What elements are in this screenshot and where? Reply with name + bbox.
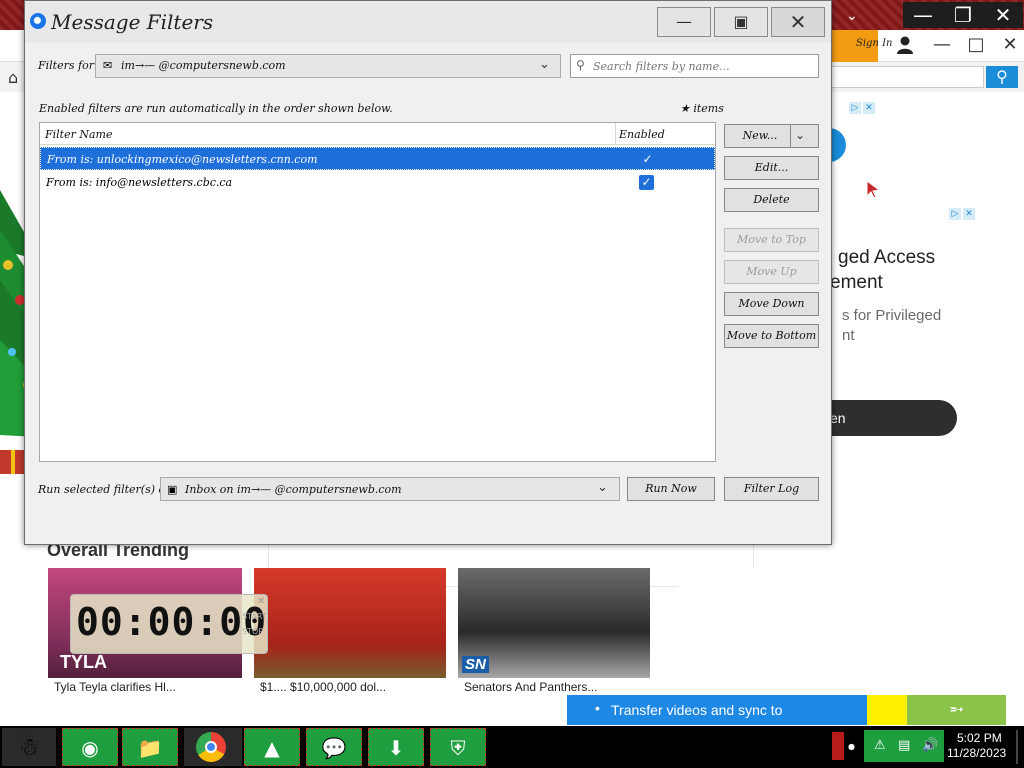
card-caption[interactable]: $1.... $10,000,000 dol... <box>254 678 446 696</box>
run-on-label: Run selected filter(s) on: <box>38 483 176 496</box>
chevron-down-icon[interactable]: ⌄ <box>539 57 550 72</box>
mail-account-icon: ✉ <box>103 59 113 72</box>
shield-icon[interactable]: ⛨ <box>430 728 486 766</box>
filter-row[interactable]: From is: info@newsletters.cbc.ca ✓ <box>40 171 715 194</box>
search-icon: ⚲ <box>576 58 585 72</box>
timer-display: 00:00:00 <box>76 600 268 644</box>
ad-heading: ged Access ement <box>830 245 935 295</box>
filter-row[interactable]: From is: unlockingmexico@newsletters.cnn… <box>40 147 715 170</box>
browser-close-button[interactable]: ✕ <box>983 2 1023 28</box>
timer-close-icon[interactable]: ✕ <box>257 596 265 607</box>
filter-name: From is: unlockingmexico@newsletters.cnn… <box>47 153 318 166</box>
christmas-tree-icon[interactable]: ▲ <box>244 728 300 766</box>
file-explorer-icon[interactable]: 📁 <box>122 728 178 766</box>
move-to-bottom-button[interactable]: Move to Bottom <box>724 324 819 348</box>
timer-start-button[interactable]: START <box>242 612 267 621</box>
new-button-label: New... <box>742 129 778 142</box>
enabled-checkbox[interactable]: ✓ <box>639 175 654 190</box>
run-target-value: Inbox on im→— @computersnewb.com <box>185 483 402 496</box>
card-badge: SN <box>462 656 489 673</box>
maximize-button[interactable]: ▣ <box>714 7 768 37</box>
show-desktop-button[interactable] <box>1016 730 1018 764</box>
tray-dot-icon: ● <box>848 742 855 751</box>
trending-card[interactable]: $1.... $10,000,000 dol... <box>254 568 446 696</box>
chat-icon[interactable]: 💬 <box>306 728 362 766</box>
filter-log-button[interactable]: Filter Log <box>724 477 819 501</box>
card-badge: TYLA <box>60 652 107 672</box>
thunderbird-icon <box>30 13 46 29</box>
account-value: im→— @computersnewb.com <box>121 59 286 72</box>
security-alert-icon[interactable]: ⚠ <box>874 738 886 753</box>
move-up-button[interactable]: Move Up <box>724 260 819 284</box>
move-to-top-button[interactable]: Move to Top <box>724 228 819 252</box>
chevron-down-icon[interactable]: ⌄ <box>597 480 608 495</box>
move-down-button[interactable]: Move Down <box>724 292 819 316</box>
download-icon[interactable]: ⬇ <box>368 728 424 766</box>
share-icon[interactable]: ➵ <box>907 695 1006 725</box>
ad-heading-line: ged Access <box>838 247 936 268</box>
edit-button[interactable]: Edit... <box>724 156 819 180</box>
firefox-icon[interactable]: ◉ <box>62 728 118 766</box>
ad-close-icon[interactable]: ✕ <box>963 208 975 220</box>
chevron-down-icon[interactable]: ⌄ <box>795 128 805 142</box>
site-search-input[interactable] <box>826 66 984 88</box>
filters-for-label: Filters for: <box>38 59 98 72</box>
home-icon[interactable]: ⌂ <box>8 68 18 87</box>
filter-list-header <box>40 123 715 145</box>
tray-indicator <box>832 732 844 760</box>
trending-card[interactable]: Senators And Panthers... <box>458 568 650 696</box>
side-panel <box>678 568 1004 696</box>
clock-date[interactable]: 11/28/2023 <box>947 746 1006 760</box>
bullet-icon: • <box>595 700 600 716</box>
column-header-filter-name[interactable]: Filter Name <box>45 128 112 141</box>
enabled-checkbox[interactable]: ✓ <box>640 152 655 167</box>
ad-heading-line: ement <box>830 272 883 293</box>
card-caption[interactable]: Tyla Teyla clarifies Hl... <box>48 678 242 696</box>
filter-name: From is: info@newsletters.cbc.ca <box>46 176 233 189</box>
ad-body-line: nt <box>842 327 855 344</box>
clock-time[interactable]: 5:02 PM <box>957 731 1002 745</box>
chrome-maximize-icon[interactable]: □ <box>961 32 991 58</box>
site-search-button[interactable]: ⚲ <box>986 66 1018 88</box>
enabled-description: Enabled filters are run automatically in… <box>39 102 393 115</box>
ad-body: s for Privileged nt <box>842 306 941 346</box>
network-icon[interactable]: ▤ <box>898 738 910 753</box>
items-count: ★ items <box>680 102 724 115</box>
profile-label[interactable]: Sign In <box>856 38 892 49</box>
chrome-icon-center <box>205 741 217 753</box>
chrome-minimize-icon[interactable]: — <box>927 32 957 58</box>
promo-bar[interactable]: • Transfer videos and sync to <box>567 695 867 725</box>
message-filters-dialog: Message Filters — ▣ ✕ Filters for: ✉ im→… <box>24 0 832 545</box>
split-divider <box>790 125 791 147</box>
column-divider[interactable] <box>615 123 616 145</box>
column-header-enabled[interactable]: Enabled <box>619 128 665 141</box>
card-caption[interactable]: Senators And Panthers... <box>458 678 650 696</box>
inbox-icon: ▣ <box>167 483 178 496</box>
ad-body-line: s for Privileged <box>842 307 942 324</box>
promo-text: Transfer videos and sync to <box>611 702 783 718</box>
chrome-close-icon[interactable]: ✕ <box>995 32 1024 58</box>
dialog-title: Message Filters <box>51 10 214 34</box>
close-button[interactable]: ✕ <box>771 7 825 37</box>
search-placeholder: Search filters by name... <box>593 60 730 73</box>
ad-close-icon[interactable]: ✕ <box>863 102 875 114</box>
delete-button[interactable]: Delete <box>724 188 819 212</box>
ad-cta-button[interactable]: en <box>830 400 957 436</box>
run-now-button[interactable]: Run Now <box>627 477 715 501</box>
tab-list-chevron-icon[interactable]: ⌄ <box>846 8 858 24</box>
browser-restore-button[interactable]: ❐ <box>943 2 983 28</box>
promo-block <box>867 695 907 725</box>
timer-stop-button[interactable]: STOP <box>242 627 263 636</box>
browser-minimize-button[interactable]: — <box>903 2 943 28</box>
ad-choices-icon[interactable]: ▷ <box>849 102 861 114</box>
user-icon[interactable] <box>895 35 915 55</box>
ad-choices-icon[interactable]: ▷ <box>949 208 961 220</box>
santa-start-icon[interactable]: ☃ <box>2 728 56 766</box>
mouse-cursor-icon <box>866 180 880 198</box>
volume-icon[interactable]: 🔊 <box>922 738 938 753</box>
minimize-button[interactable]: — <box>657 7 711 37</box>
